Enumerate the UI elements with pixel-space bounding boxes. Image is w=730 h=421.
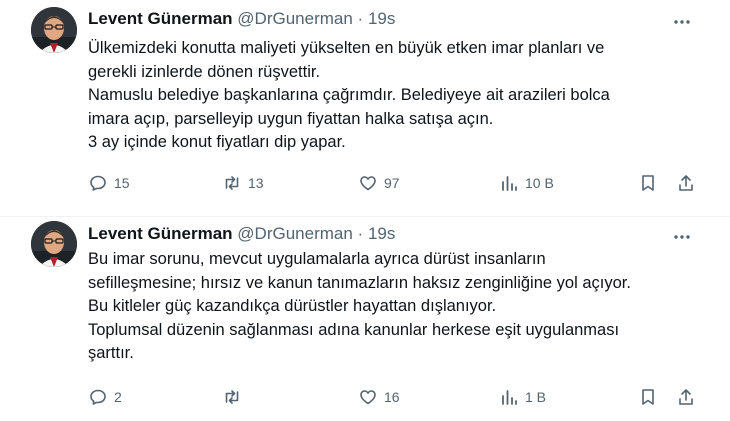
- bookmark-icon: [642, 389, 654, 405]
- views-button[interactable]: 1 B: [499, 386, 546, 408]
- reply-count: 15: [114, 175, 130, 191]
- author-handle[interactable]: @DrGunerman: [237, 9, 353, 28]
- tweet-line: gerekli izinlerde dönen rüşvettir.: [88, 62, 321, 81]
- tweet-2[interactable]: Levent Günerman @DrGunerman · 19s Bu ima…: [0, 216, 730, 421]
- share-icon: [679, 175, 693, 191]
- share-button[interactable]: [676, 386, 696, 408]
- reply-button[interactable]: 15: [88, 172, 130, 194]
- like-icon: [360, 390, 376, 405]
- action-bar: 2 16 1 B: [88, 386, 700, 408]
- views-count: 10 B: [525, 175, 554, 191]
- tweet-line: sefilleşmesine; hırsız ve kanun tanımazl…: [88, 273, 631, 292]
- reply-button[interactable]: 2: [88, 386, 122, 408]
- retweet-button[interactable]: 13: [222, 172, 264, 194]
- retweet-icon: [225, 390, 239, 404]
- retweet-button[interactable]: [222, 386, 248, 408]
- views-count: 1 B: [525, 389, 547, 405]
- like-button[interactable]: 16: [358, 386, 400, 408]
- tweet-header: Levent Günerman @DrGunerman · 19s: [88, 224, 395, 244]
- tweet-line: Namuslu belediye başkanlarına çağrımdır.…: [88, 86, 610, 104]
- author-name[interactable]: Levent Günerman: [88, 224, 233, 243]
- views-icon: [502, 390, 517, 405]
- author-name[interactable]: Levent Günerman: [88, 9, 233, 28]
- tweet-line: Bu kitleler güç kazandıkça dürüstler hay…: [88, 297, 497, 315]
- tweet-line: Bu imar sorunu, mevcut uygulamalarla ayr…: [88, 250, 546, 268]
- like-icon: [360, 176, 376, 191]
- tweet-line: Ülkemizdeki konutta maliyeti yükselten e…: [88, 39, 605, 57]
- views-button[interactable]: 10 B: [499, 172, 554, 194]
- views-icon: [502, 176, 517, 191]
- retweet-icon: [225, 176, 239, 190]
- avatar[interactable]: [31, 7, 77, 53]
- tweet-1[interactable]: Levent Günerman @DrGunerman · 19s Ülkemi…: [0, 0, 730, 216]
- reply-count: 2: [114, 389, 122, 405]
- reply-icon: [90, 389, 106, 405]
- bookmark-icon: [642, 175, 654, 191]
- share-icon: [679, 389, 693, 405]
- tweet-header: Levent Günerman @DrGunerman · 19s: [88, 9, 395, 29]
- reply-icon: [90, 175, 106, 191]
- bookmark-button[interactable]: [638, 386, 658, 408]
- tweet-text: Bu imar sorunu, mevcut uygulamalarla ayr…: [88, 248, 698, 366]
- header-separator: ·: [357, 9, 364, 28]
- like-count: 97: [384, 175, 400, 191]
- action-bar: 15 13 97 10 B: [88, 172, 700, 194]
- header-separator: ·: [357, 224, 364, 243]
- tweet-line: Toplumsal düzenin sağlanması adına kanun…: [88, 320, 620, 339]
- more-icon[interactable]: [672, 227, 692, 247]
- tweet-line: 3 ay içinde konut fiyatları dip yapar.: [88, 133, 346, 151]
- like-count: 16: [384, 389, 400, 405]
- avatar[interactable]: [31, 221, 77, 267]
- more-icon[interactable]: [672, 12, 692, 32]
- retweet-count: 13: [248, 175, 264, 191]
- tweet-line: imara açıp, parselleyip uygun fiyattan h…: [88, 109, 494, 128]
- tweet-time[interactable]: 19s: [368, 224, 395, 243]
- like-button[interactable]: 97: [358, 172, 400, 194]
- bookmark-button[interactable]: [638, 172, 658, 194]
- author-handle[interactable]: @DrGunerman: [237, 224, 353, 243]
- tweet-text: Ülkemizdeki konutta maliyeti yükselten e…: [88, 37, 698, 155]
- tweet-time[interactable]: 19s: [368, 9, 395, 28]
- share-button[interactable]: [676, 172, 696, 194]
- tweet-line: şarttır.: [88, 344, 134, 362]
